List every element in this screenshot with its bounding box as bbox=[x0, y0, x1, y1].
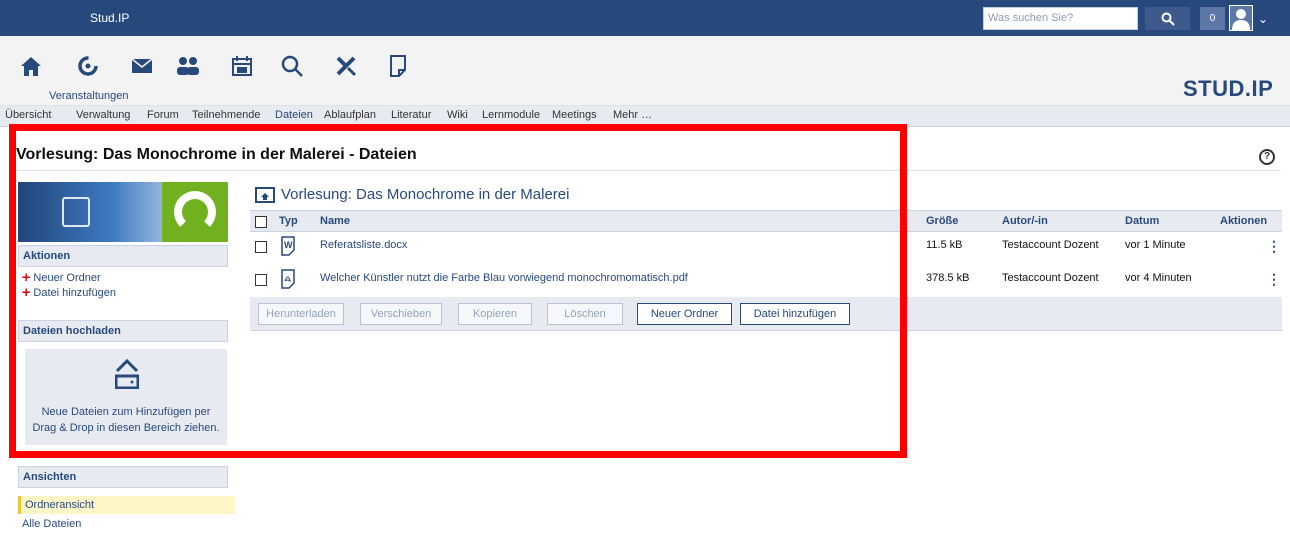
pdf-document-icon bbox=[281, 269, 295, 289]
drop-zone-text-line2: Drag & Drop in diesen Bereich ziehen. bbox=[32, 422, 220, 434]
svg-text:W: W bbox=[284, 240, 293, 250]
document-icon bbox=[62, 197, 90, 227]
course-logo bbox=[162, 182, 228, 242]
views-list: Ordneransicht Alle Dateien bbox=[18, 468, 235, 538]
add-file-link[interactable]: ➕︎ Datei hinzufügen bbox=[22, 287, 116, 300]
nav-active-label[interactable]: Veranstaltungen bbox=[49, 90, 129, 102]
add-file-label: Datei hinzufügen bbox=[33, 287, 116, 299]
file-size: 378.5 kB bbox=[926, 272, 970, 284]
row-checkbox[interactable] bbox=[255, 274, 267, 286]
folder-title: Vorlesung: Das Monochrome in der Malerei bbox=[281, 186, 570, 203]
tab-administration[interactable]: Verwaltung bbox=[76, 109, 130, 121]
main-navigation: Veranstaltungen STUD.IP bbox=[0, 36, 1290, 106]
column-actions: Aktionen bbox=[1220, 215, 1268, 227]
avatar[interactable] bbox=[1229, 5, 1253, 31]
tab-schedule[interactable]: Ablaufplan bbox=[324, 109, 376, 121]
brand-link[interactable]: Stud.IP bbox=[90, 11, 129, 25]
more-actions-icon[interactable]: ⋮ bbox=[1267, 238, 1281, 255]
column-name[interactable]: Name bbox=[320, 215, 350, 227]
more-actions-icon[interactable]: ⋮ bbox=[1267, 271, 1281, 288]
table-row: Welcher Künstler nutzt die Farbe Blau vo… bbox=[250, 267, 1282, 293]
home-icon[interactable] bbox=[17, 52, 45, 80]
page-title: Vorlesung: Das Monochrome in der Malerei… bbox=[16, 146, 417, 163]
file-author[interactable]: Testaccount Dozent bbox=[1002, 272, 1099, 284]
move-button[interactable]: Verschieben bbox=[360, 303, 442, 325]
upload-widget-title: Dateien hochladen bbox=[18, 320, 228, 342]
download-button[interactable]: Herunterladen bbox=[258, 303, 344, 325]
file-name-link[interactable]: Welcher Künstler nutzt die Farbe Blau vo… bbox=[320, 272, 688, 284]
drop-zone-text: Neue Dateien zum Hinzufügen per Drag & D… bbox=[25, 404, 227, 436]
search-icon[interactable] bbox=[278, 52, 306, 80]
tab-overview[interactable]: Übersicht bbox=[5, 109, 51, 121]
actions-widget-title: Aktionen bbox=[18, 245, 228, 267]
column-date[interactable]: Datum bbox=[1125, 215, 1159, 227]
file-name-link[interactable]: Referatsliste.docx bbox=[320, 239, 407, 251]
column-size[interactable]: Größe bbox=[926, 215, 958, 227]
search-button[interactable] bbox=[1145, 7, 1190, 30]
help-icon[interactable]: ? bbox=[1259, 149, 1275, 165]
course-tabs: Übersicht Verwaltung Forum Teilnehmende … bbox=[0, 106, 1290, 127]
add-file-icon: ➕︎ bbox=[22, 287, 31, 299]
file-author[interactable]: Testaccount Dozent bbox=[1002, 239, 1099, 251]
tab-participants[interactable]: Teilnehmende bbox=[192, 109, 261, 121]
new-folder-icon: ➕︎ bbox=[22, 272, 31, 284]
chevron-down-icon[interactable]: ⌄ bbox=[1258, 12, 1268, 26]
copy-button[interactable]: Kopieren bbox=[458, 303, 532, 325]
column-author[interactable]: Autor/-in bbox=[1002, 215, 1048, 227]
tab-more[interactable]: Mehr … bbox=[613, 109, 652, 121]
file-date: vor 1 Minute bbox=[1125, 239, 1186, 251]
drop-zone-text-line1: Neue Dateien zum Hinzufügen per bbox=[41, 406, 211, 418]
tab-files[interactable]: Dateien bbox=[275, 109, 313, 121]
file-size: 11.5 kB bbox=[926, 239, 963, 251]
upload-icon bbox=[115, 359, 139, 389]
file-action-bar: Herunterladen Verschieben Kopieren Lösch… bbox=[250, 297, 1282, 331]
word-document-icon: W bbox=[281, 236, 295, 256]
home-folder-icon bbox=[255, 187, 275, 203]
file-date: vor 4 Minuten bbox=[1125, 272, 1192, 284]
tab-literature[interactable]: Literatur bbox=[391, 109, 431, 121]
logo-text: STUD.IP bbox=[1183, 76, 1274, 101]
delete-button[interactable]: Löschen bbox=[547, 303, 623, 325]
files-icon[interactable] bbox=[384, 52, 412, 80]
add-file-button[interactable]: Datei hinzufügen bbox=[740, 303, 850, 325]
view-folder[interactable]: Ordneransicht bbox=[18, 496, 235, 514]
column-type[interactable]: Typ bbox=[279, 215, 298, 227]
search-icon bbox=[1161, 12, 1175, 26]
row-checkbox[interactable] bbox=[255, 241, 267, 253]
file-drop-zone[interactable]: Neue Dateien zum Hinzufügen per Drag & D… bbox=[25, 349, 227, 445]
tab-meetings[interactable]: Meetings bbox=[552, 109, 597, 121]
view-all-files[interactable]: Alle Dateien bbox=[18, 515, 235, 533]
community-icon[interactable] bbox=[174, 52, 202, 80]
select-all-checkbox[interactable] bbox=[255, 216, 267, 228]
messages-icon[interactable] bbox=[128, 52, 156, 80]
new-folder-label: Neuer Ordner bbox=[33, 272, 101, 284]
tab-forum[interactable]: Forum bbox=[147, 109, 179, 121]
sidebar-banner bbox=[18, 182, 228, 242]
studip-logo: STUD.IP bbox=[1183, 76, 1273, 102]
new-folder-button[interactable]: Neuer Ordner bbox=[637, 303, 732, 325]
top-bar: Stud.IP Was suchen Sie? 0 ⌄ bbox=[0, 0, 1290, 36]
tab-wiki[interactable]: Wiki bbox=[447, 109, 468, 121]
notification-counter[interactable]: 0 bbox=[1200, 7, 1225, 30]
global-search-input[interactable]: Was suchen Sie? bbox=[983, 7, 1138, 30]
divider bbox=[16, 170, 1281, 171]
tools-icon[interactable] bbox=[332, 52, 360, 80]
file-table-header: Typ Name Größe Autor/-in Datum Aktionen bbox=[250, 210, 1282, 232]
calendar-icon[interactable] bbox=[228, 52, 256, 80]
tab-learning-modules[interactable]: Lernmodule bbox=[482, 109, 540, 121]
new-folder-link[interactable]: ➕︎ Neuer Ordner bbox=[22, 272, 101, 285]
table-row: W Referatsliste.docx 11.5 kB Testaccount… bbox=[250, 234, 1282, 260]
courses-icon[interactable] bbox=[74, 52, 102, 80]
user-icon bbox=[1232, 9, 1250, 30]
